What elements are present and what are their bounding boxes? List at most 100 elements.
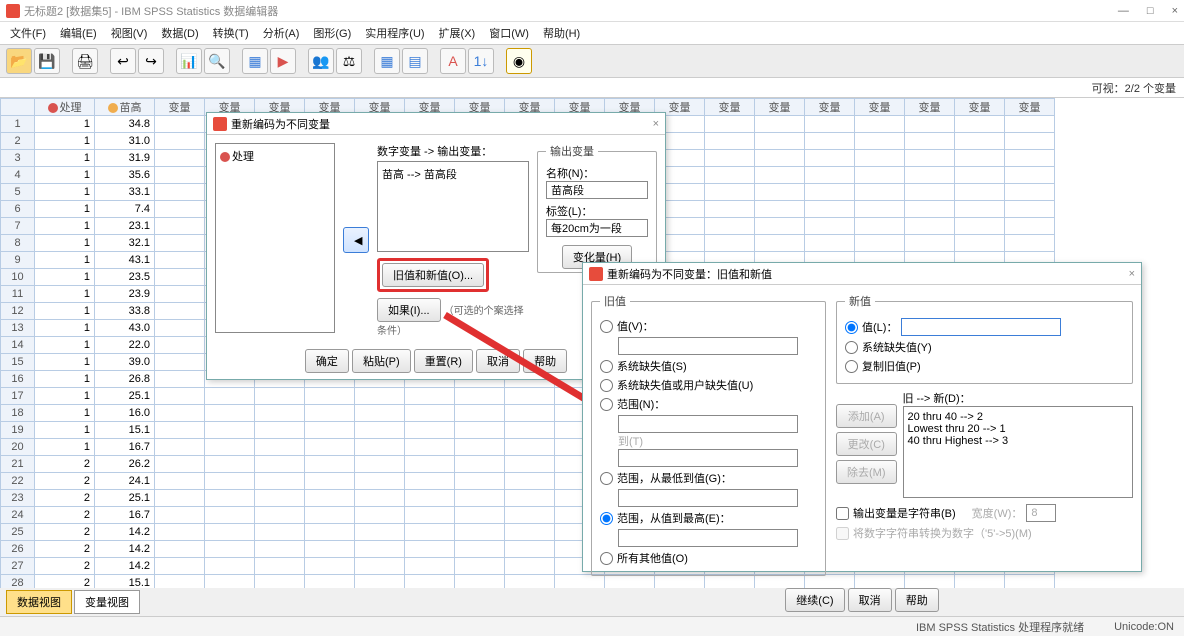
print-icon[interactable]: 🖨 bbox=[72, 48, 98, 74]
close-button[interactable]: × bbox=[1172, 5, 1178, 17]
output-string-check[interactable] bbox=[836, 507, 849, 520]
cancel-button[interactable]: 取消 bbox=[476, 349, 520, 373]
value-input[interactable] bbox=[618, 337, 798, 355]
close-icon[interactable]: × bbox=[1129, 268, 1135, 280]
copy-old-radio[interactable] bbox=[845, 360, 858, 373]
range-low-input[interactable] bbox=[618, 489, 798, 507]
app-icon bbox=[589, 267, 603, 281]
label-icon[interactable]: A bbox=[440, 48, 466, 74]
range-to-input[interactable] bbox=[618, 449, 798, 467]
range-low-radio[interactable] bbox=[600, 472, 613, 485]
remove-button[interactable]: 除去(M) bbox=[836, 460, 897, 484]
help-button[interactable]: 帮助 bbox=[523, 349, 567, 373]
menu-item[interactable]: 窗口(W) bbox=[483, 23, 535, 43]
menu-item[interactable]: 分析(A) bbox=[257, 23, 306, 43]
new-value-radio[interactable] bbox=[845, 321, 858, 334]
open-icon[interactable]: 📂 bbox=[6, 48, 32, 74]
list-item[interactable]: Lowest thru 20 --> 1 bbox=[908, 423, 1129, 435]
status-bar: IBM SPSS Statistics 处理程序就绪 Unicode:ON bbox=[0, 616, 1184, 636]
chart-icon[interactable]: 👥 bbox=[308, 48, 334, 74]
tab-data-view[interactable]: 数据视图 bbox=[6, 590, 72, 614]
undo-icon[interactable]: ↩ bbox=[110, 48, 136, 74]
all-other-radio[interactable] bbox=[600, 552, 613, 565]
change-button[interactable]: 更改(C) bbox=[836, 432, 897, 456]
run-icon[interactable]: ▶ bbox=[270, 48, 296, 74]
weight-icon[interactable]: ⚖ bbox=[336, 48, 362, 74]
tab-variable-view[interactable]: 变量视图 bbox=[74, 590, 140, 614]
vars-icon[interactable]: ▦ bbox=[242, 48, 268, 74]
value-icon[interactable]: 1↓ bbox=[468, 48, 494, 74]
grid2-icon[interactable]: ▤ bbox=[402, 48, 428, 74]
mapping-list[interactable]: 20 thru 40 --> 2Lowest thru 20 --> 140 t… bbox=[903, 406, 1134, 498]
new-sysmis-radio[interactable] bbox=[845, 341, 858, 354]
list-item[interactable]: 处理 bbox=[232, 151, 254, 163]
old-value-heading: 旧值 bbox=[600, 293, 630, 309]
menu-item[interactable]: 转换(T) bbox=[207, 23, 255, 43]
menu-item[interactable]: 实用程序(U) bbox=[359, 23, 430, 43]
numeric-output-label: 数字变量 -> 输出变量： bbox=[377, 143, 529, 159]
redo-icon[interactable]: ↪ bbox=[138, 48, 164, 74]
grid1-icon[interactable]: ▦ bbox=[374, 48, 400, 74]
add-button[interactable]: 添加(A) bbox=[836, 404, 897, 428]
new-value-input[interactable] bbox=[901, 318, 1061, 336]
cancel-button[interactable]: 取消 bbox=[848, 588, 892, 612]
maximize-button[interactable]: □ bbox=[1147, 5, 1154, 17]
minimize-button[interactable]: — bbox=[1118, 5, 1129, 17]
visible-vars-bar: 可视：2/2 个变量 bbox=[0, 78, 1184, 98]
view-tabs: 数据视图 变量视图 bbox=[6, 590, 140, 614]
name-label: 名称(N)： bbox=[546, 165, 648, 181]
name-field[interactable] bbox=[546, 181, 648, 199]
menu-item[interactable]: 编辑(E) bbox=[54, 23, 103, 43]
dialog-title: 重新编码为不同变量 bbox=[231, 116, 330, 132]
menu-item[interactable]: 图形(G) bbox=[307, 23, 357, 43]
source-var-list[interactable]: 处理 bbox=[215, 143, 335, 333]
paste-button[interactable]: 粘贴(P) bbox=[352, 349, 411, 373]
toolbar: 📂 💾 🖨 ↩ ↪ 📊 🔍 ▦ ▶ 👥 ⚖ ▦ ▤ A 1↓ ◉ bbox=[0, 44, 1184, 78]
range-high-radio[interactable] bbox=[600, 512, 613, 525]
list-item[interactable]: 苗高 --> 苗高段 bbox=[382, 169, 457, 181]
help-button[interactable]: 帮助 bbox=[895, 588, 939, 612]
width-input bbox=[1026, 504, 1056, 522]
old-new-values-dialog: 重新编码为不同变量：旧值和新值 × 旧值 值(V)： 系统缺失值(S) 系统缺失… bbox=[582, 262, 1142, 572]
ok-button[interactable]: 确定 bbox=[305, 349, 349, 373]
label-label: 标签(L)： bbox=[546, 203, 648, 219]
range-high-input[interactable] bbox=[618, 529, 798, 547]
dialog-title: 重新编码为不同变量：旧值和新值 bbox=[607, 266, 772, 282]
window-title: 无标题2 [数据集5] - IBM SPSS Statistics 数据编辑器 bbox=[24, 3, 278, 19]
window-titlebar: 无标题2 [数据集5] - IBM SPSS Statistics 数据编辑器 … bbox=[0, 0, 1184, 22]
old-new-values-button[interactable]: 旧值和新值(O)... bbox=[382, 263, 484, 287]
reset-button[interactable]: 重置(R) bbox=[414, 349, 473, 373]
map-label: 旧 --> 新(D)： bbox=[903, 390, 1134, 406]
move-left-button[interactable]: ◀ bbox=[343, 227, 369, 253]
find-icon[interactable]: 🔍 bbox=[204, 48, 230, 74]
output-var-heading: 输出变量 bbox=[546, 143, 598, 159]
value-radio[interactable] bbox=[600, 320, 613, 333]
sys-user-mis-radio[interactable] bbox=[600, 379, 613, 392]
label-field[interactable] bbox=[546, 219, 648, 237]
app-icon bbox=[213, 117, 227, 131]
sysmis-radio[interactable] bbox=[600, 360, 613, 373]
range-radio[interactable] bbox=[600, 398, 613, 411]
old-value-group: 旧值 值(V)： 系统缺失值(S) 系统缺失值或用户缺失值(U) 范围(N)： … bbox=[591, 293, 826, 576]
status-unicode: Unicode:ON bbox=[1114, 621, 1174, 633]
nominal-icon bbox=[220, 152, 230, 162]
menu-item[interactable]: 扩展(X) bbox=[433, 23, 482, 43]
output-var-group: 输出变量 名称(N)： 标签(L)： 变化量(H) bbox=[537, 143, 657, 273]
status-message: IBM SPSS Statistics 处理程序就绪 bbox=[916, 619, 1084, 635]
convert-numeric-check bbox=[836, 527, 849, 540]
menu-item[interactable]: 数据(D) bbox=[155, 23, 204, 43]
continue-button[interactable]: 继续(C) bbox=[785, 588, 844, 612]
target-icon[interactable]: ◉ bbox=[506, 48, 532, 74]
save-icon[interactable]: 💾 bbox=[34, 48, 60, 74]
if-button[interactable]: 如果(I)... bbox=[377, 298, 441, 322]
app-icon bbox=[6, 4, 20, 18]
range-from-input[interactable] bbox=[618, 415, 798, 433]
menu-item[interactable]: 视图(V) bbox=[105, 23, 154, 43]
close-icon[interactable]: × bbox=[653, 118, 659, 130]
menu-item[interactable]: 帮助(H) bbox=[537, 23, 586, 43]
menu-item[interactable]: 文件(F) bbox=[4, 23, 52, 43]
goto-icon[interactable]: 📊 bbox=[176, 48, 202, 74]
list-item[interactable]: 40 thru Highest --> 3 bbox=[908, 435, 1129, 447]
output-var-list[interactable]: 苗高 --> 苗高段 bbox=[377, 161, 529, 252]
list-item[interactable]: 20 thru 40 --> 2 bbox=[908, 411, 1129, 423]
